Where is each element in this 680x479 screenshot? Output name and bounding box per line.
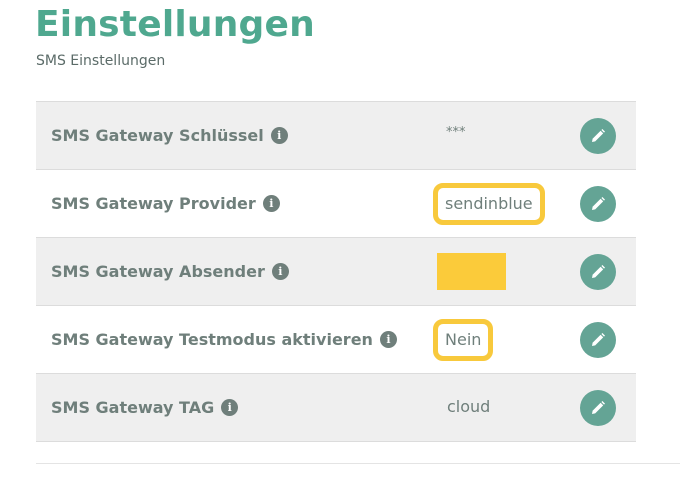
setting-value-text: *** — [446, 125, 466, 140]
footer-divider — [36, 463, 680, 464]
info-icon[interactable]: i — [270, 127, 288, 144]
setting-label: SMS Gateway Provider i — [51, 170, 280, 237]
pencil-icon — [592, 400, 605, 414]
setting-value: sendinblue — [433, 170, 545, 237]
edit-button[interactable] — [580, 389, 616, 426]
setting-label-text: SMS Gateway Absender — [51, 262, 265, 281]
edit-button[interactable] — [580, 321, 616, 358]
settings-table: SMS Gateway Schlüssel i *** SMS Gateway … — [36, 101, 636, 442]
setting-label: SMS Gateway Testmodus aktivieren i — [51, 306, 397, 373]
edit-button[interactable] — [580, 185, 616, 222]
settings-page: Einstellungen SMS Einstellungen SMS Gate… — [0, 0, 680, 479]
redaction-block — [437, 253, 506, 290]
info-icon[interactable]: i — [271, 263, 289, 280]
settings-row-gateway-tag: SMS Gateway TAG i cloud — [36, 374, 636, 442]
setting-value: *** — [446, 102, 466, 169]
setting-value-text: cloud — [447, 397, 491, 416]
setting-label-text: SMS Gateway Testmodus aktivieren — [51, 330, 373, 349]
setting-value — [437, 238, 506, 305]
setting-label: SMS Gateway Absender i — [51, 238, 289, 305]
pencil-icon — [592, 264, 605, 278]
info-icon[interactable]: i — [262, 195, 280, 212]
setting-label-text: SMS Gateway Schlüssel — [51, 126, 264, 145]
setting-label: SMS Gateway Schlüssel i — [51, 102, 288, 169]
edit-button[interactable] — [580, 117, 616, 154]
settings-row-gateway-provider: SMS Gateway Provider i sendinblue — [36, 170, 636, 238]
page-subtitle: SMS Einstellungen — [36, 53, 166, 69]
setting-label-text: SMS Gateway Provider — [51, 194, 256, 213]
settings-row-testmode: SMS Gateway Testmodus aktivieren i Nein — [36, 306, 636, 374]
setting-value-text: sendinblue — [445, 193, 533, 213]
pencil-icon — [592, 332, 605, 346]
page-title: Einstellungen — [35, 4, 315, 45]
setting-label-text: SMS Gateway TAG — [51, 398, 215, 417]
highlighted-value-box: sendinblue — [433, 182, 545, 225]
settings-row-gateway-key: SMS Gateway Schlüssel i *** — [36, 102, 636, 170]
setting-value: cloud — [447, 374, 490, 441]
edit-button[interactable] — [580, 253, 616, 290]
settings-row-gateway-sender: SMS Gateway Absender i — [36, 238, 636, 306]
pencil-icon — [592, 196, 605, 210]
highlighted-value-box: Nein — [433, 318, 494, 361]
info-icon[interactable]: i — [221, 399, 239, 416]
setting-label: SMS Gateway TAG i — [51, 374, 239, 441]
setting-value-text: Nein — [445, 329, 482, 349]
setting-value: Nein — [433, 306, 494, 373]
pencil-icon — [592, 128, 605, 142]
info-icon[interactable]: i — [379, 331, 397, 348]
